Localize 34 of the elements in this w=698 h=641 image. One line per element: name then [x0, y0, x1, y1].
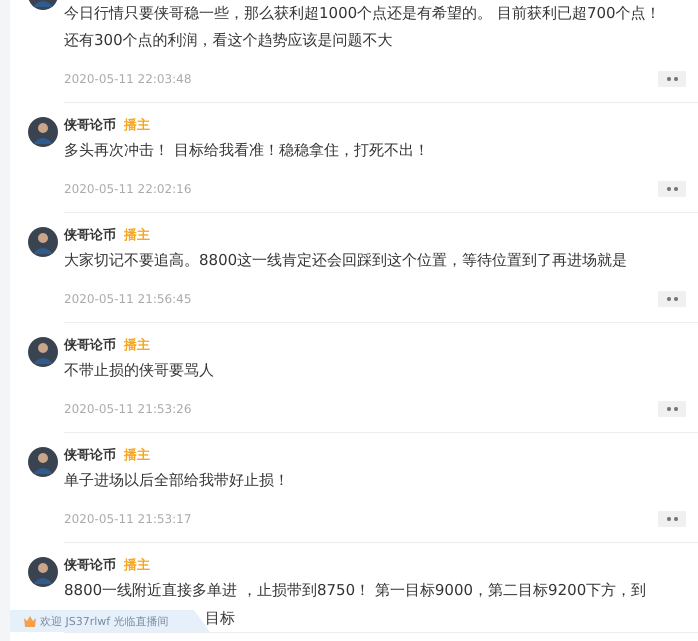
author-name: 侠哥论币	[64, 556, 116, 574]
host-label: 播主	[124, 336, 150, 354]
avatar	[28, 337, 58, 367]
more-button[interactable]	[658, 181, 686, 197]
author-name: 侠哥论币	[64, 116, 116, 134]
avatar	[28, 447, 58, 477]
comment-text: 大家切记不要追高。8800这一线肯定还会回踩到这个位置，等待位置到了再进场就是	[64, 250, 628, 271]
more-button[interactable]	[658, 511, 686, 527]
avatar	[28, 557, 58, 587]
comment-text: 8800一线附近直接多单进 ，止损带到8750！ 第一目标9000，第二目标9200下方，到	[64, 580, 648, 601]
timestamp: 2020-05-11 22:02:16	[64, 182, 192, 196]
more-button[interactable]	[658, 291, 686, 307]
timestamp: 2020-05-11 21:53:17	[64, 512, 192, 526]
comment-text: 多头再次冲击！ 目标给我看准！稳稳拿住，打死不出！	[64, 140, 430, 161]
comment-text: 单子进场以后全部给我带好止损！	[64, 470, 290, 491]
crown-icon	[24, 616, 36, 626]
more-button[interactable]	[658, 71, 686, 87]
timestamp: 2020-05-11 22:03:48	[64, 72, 192, 86]
host-label: 播主	[124, 556, 150, 574]
host-label: 播主	[124, 226, 150, 244]
comment-text: 今日行情只要侠哥稳一些，那么获利超1000个点还是有希望的。 目前获利已超700个点！还有300个点的利润，看这个趋势应该是问题不大	[64, 3, 662, 51]
comment-text: 目标	[205, 609, 235, 627]
more-button[interactable]	[658, 401, 686, 417]
welcome-text: 欢迎 JS37rlwf 光临直播间	[40, 614, 169, 628]
author-name: 侠哥论币	[64, 446, 116, 464]
host-label: 播主	[124, 446, 150, 464]
author-name: 侠哥论币	[64, 336, 116, 354]
avatar	[28, 117, 58, 147]
comment-text: 不带止损的侠哥要骂人	[64, 360, 215, 381]
timestamp: 2020-05-11 21:56:45	[64, 292, 192, 306]
author-name: 侠哥论币	[64, 226, 116, 244]
timestamp: 2020-05-11 21:53:26	[64, 402, 192, 416]
avatar	[28, 227, 58, 257]
host-label: 播主	[124, 116, 150, 134]
